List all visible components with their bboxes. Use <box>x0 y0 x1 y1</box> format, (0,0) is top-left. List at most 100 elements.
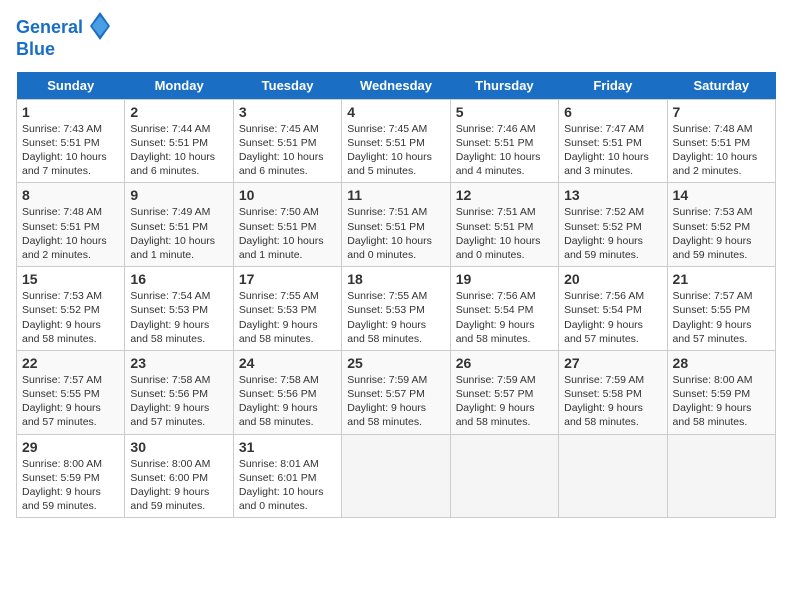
day-header-monday: Monday <box>125 72 233 100</box>
calendar-cell <box>450 434 558 518</box>
calendar-cell: 26 Sunrise: 7:59 AMSunset: 5:57 PMDayligh… <box>450 350 558 434</box>
calendar-cell: 30 Sunrise: 8:00 AMSunset: 6:00 PMDayligh… <box>125 434 233 518</box>
calendar-cell: 8 Sunrise: 7:48 AMSunset: 5:51 PMDaylight… <box>17 183 125 267</box>
cell-details: Sunrise: 8:00 AMSunset: 5:59 PMDaylight:… <box>673 373 770 430</box>
day-number: 22 <box>22 355 119 371</box>
day-number: 14 <box>673 187 770 203</box>
day-number: 21 <box>673 271 770 287</box>
cell-details: Sunrise: 7:44 AMSunset: 5:51 PMDaylight:… <box>130 122 227 179</box>
day-header-tuesday: Tuesday <box>233 72 341 100</box>
calendar-cell: 28 Sunrise: 8:00 AMSunset: 5:59 PMDayligh… <box>667 350 775 434</box>
cell-details: Sunrise: 7:51 AMSunset: 5:51 PMDaylight:… <box>347 205 444 262</box>
calendar-cell: 11 Sunrise: 7:51 AMSunset: 5:51 PMDayligh… <box>342 183 450 267</box>
calendar-cell: 22 Sunrise: 7:57 AMSunset: 5:55 PMDayligh… <box>17 350 125 434</box>
day-number: 31 <box>239 439 336 455</box>
cell-details: Sunrise: 8:00 AMSunset: 5:59 PMDaylight:… <box>22 457 119 514</box>
week-row-5: 29Sunrise: 8:00 AMSunset: 5:59 PMDayligh… <box>17 434 776 518</box>
day-number: 28 <box>673 355 770 371</box>
calendar-cell: 25 Sunrise: 7:59 AMSunset: 5:57 PMDayligh… <box>342 350 450 434</box>
calendar-cell: 31 Sunrise: 8:01 AMSunset: 6:01 PMDayligh… <box>233 434 341 518</box>
cell-details: Sunrise: 7:59 AMSunset: 5:58 PMDaylight:… <box>564 373 661 430</box>
day-header-thursday: Thursday <box>450 72 558 100</box>
day-number: 8 <box>22 187 119 203</box>
week-row-2: 8 Sunrise: 7:48 AMSunset: 5:51 PMDaylight… <box>17 183 776 267</box>
cell-details: Sunrise: 8:00 AMSunset: 6:00 PMDaylight:… <box>130 457 227 514</box>
cell-details: Sunrise: 7:43 AMSunset: 5:51 PMDaylight:… <box>22 122 119 179</box>
day-number: 1 <box>22 104 119 120</box>
cell-details: Sunrise: 7:45 AMSunset: 5:51 PMDaylight:… <box>239 122 336 179</box>
cell-details: Sunrise: 7:58 AMSunset: 5:56 PMDaylight:… <box>239 373 336 430</box>
week-row-1: 1 Sunrise: 7:43 AMSunset: 5:51 PMDaylight… <box>17 99 776 183</box>
day-number: 20 <box>564 271 661 287</box>
calendar-cell <box>342 434 450 518</box>
cell-details: Sunrise: 7:55 AMSunset: 5:53 PMDaylight:… <box>239 289 336 346</box>
cell-details: Sunrise: 7:47 AMSunset: 5:51 PMDaylight:… <box>564 122 661 179</box>
day-number: 19 <box>456 271 553 287</box>
cell-details: Sunrise: 7:51 AMSunset: 5:51 PMDaylight:… <box>456 205 553 262</box>
cell-details: Sunrise: 7:45 AMSunset: 5:51 PMDaylight:… <box>347 122 444 179</box>
cell-details: Sunrise: 7:56 AMSunset: 5:54 PMDaylight:… <box>456 289 553 346</box>
day-number: 24 <box>239 355 336 371</box>
cell-details: Sunrise: 7:50 AMSunset: 5:51 PMDaylight:… <box>239 205 336 262</box>
calendar-cell: 16Sunrise: 7:54 AMSunset: 5:53 PMDayligh… <box>125 267 233 351</box>
cell-details: Sunrise: 7:49 AMSunset: 5:51 PMDaylight:… <box>130 205 227 262</box>
day-number: 13 <box>564 187 661 203</box>
calendar-cell: 13 Sunrise: 7:52 AMSunset: 5:52 PMDayligh… <box>559 183 667 267</box>
calendar-cell: 4 Sunrise: 7:45 AMSunset: 5:51 PMDaylight… <box>342 99 450 183</box>
day-number: 6 <box>564 104 661 120</box>
cell-details: Sunrise: 7:46 AMSunset: 5:51 PMDaylight:… <box>456 122 553 179</box>
cell-details: Sunrise: 7:48 AMSunset: 5:51 PMDaylight:… <box>673 122 770 179</box>
calendar-cell: 10 Sunrise: 7:50 AMSunset: 5:51 PMDayligh… <box>233 183 341 267</box>
calendar-cell: 1 Sunrise: 7:43 AMSunset: 5:51 PMDaylight… <box>17 99 125 183</box>
day-header-wednesday: Wednesday <box>342 72 450 100</box>
calendar-cell: 17 Sunrise: 7:55 AMSunset: 5:53 PMDayligh… <box>233 267 341 351</box>
week-row-4: 22 Sunrise: 7:57 AMSunset: 5:55 PMDayligh… <box>17 350 776 434</box>
calendar-cell: 14 Sunrise: 7:53 AMSunset: 5:52 PMDayligh… <box>667 183 775 267</box>
calendar-cell <box>667 434 775 518</box>
cell-details: Sunrise: 7:55 AMSunset: 5:53 PMDaylight:… <box>347 289 444 346</box>
day-number: 12 <box>456 187 553 203</box>
calendar-table: SundayMondayTuesdayWednesdayThursdayFrid… <box>16 72 776 518</box>
day-number: 25 <box>347 355 444 371</box>
day-number: 2 <box>130 104 227 120</box>
calendar-cell: 20Sunrise: 7:56 AMSunset: 5:54 PMDayligh… <box>559 267 667 351</box>
cell-details: Sunrise: 7:53 AMSunset: 5:52 PMDaylight:… <box>673 205 770 262</box>
day-number: 16 <box>130 271 227 287</box>
day-number: 10 <box>239 187 336 203</box>
day-number: 11 <box>347 187 444 203</box>
calendar-cell: 23Sunrise: 7:58 AMSunset: 5:56 PMDayligh… <box>125 350 233 434</box>
page-header: General Blue <box>16 16 776 60</box>
day-number: 26 <box>456 355 553 371</box>
calendar-cell: 7 Sunrise: 7:48 AMSunset: 5:51 PMDaylight… <box>667 99 775 183</box>
day-number: 7 <box>673 104 770 120</box>
cell-details: Sunrise: 8:01 AMSunset: 6:01 PMDaylight:… <box>239 457 336 514</box>
cell-details: Sunrise: 7:53 AMSunset: 5:52 PMDaylight:… <box>22 289 119 346</box>
logo: General Blue <box>16 16 110 60</box>
cell-details: Sunrise: 7:48 AMSunset: 5:51 PMDaylight:… <box>22 205 119 262</box>
day-number: 4 <box>347 104 444 120</box>
calendar-cell <box>559 434 667 518</box>
day-number: 3 <box>239 104 336 120</box>
calendar-cell: 12 Sunrise: 7:51 AMSunset: 5:51 PMDayligh… <box>450 183 558 267</box>
day-number: 27 <box>564 355 661 371</box>
calendar-cell: 27 Sunrise: 7:59 AMSunset: 5:58 PMDayligh… <box>559 350 667 434</box>
day-header-sunday: Sunday <box>17 72 125 100</box>
calendar-cell: 9 Sunrise: 7:49 AMSunset: 5:51 PMDaylight… <box>125 183 233 267</box>
calendar-cell: 19 Sunrise: 7:56 AMSunset: 5:54 PMDayligh… <box>450 267 558 351</box>
calendar-cell: 18Sunrise: 7:55 AMSunset: 5:53 PMDayligh… <box>342 267 450 351</box>
day-number: 9 <box>130 187 227 203</box>
cell-details: Sunrise: 7:57 AMSunset: 5:55 PMDaylight:… <box>22 373 119 430</box>
day-number: 15 <box>22 271 119 287</box>
cell-details: Sunrise: 7:52 AMSunset: 5:52 PMDaylight:… <box>564 205 661 262</box>
cell-details: Sunrise: 7:58 AMSunset: 5:56 PMDaylight:… <box>130 373 227 430</box>
cell-details: Sunrise: 7:59 AMSunset: 5:57 PMDaylight:… <box>456 373 553 430</box>
day-header-saturday: Saturday <box>667 72 775 100</box>
day-number: 30 <box>130 439 227 455</box>
calendar-cell: 29Sunrise: 8:00 AMSunset: 5:59 PMDayligh… <box>17 434 125 518</box>
logo-blue: Blue <box>16 40 110 60</box>
day-number: 5 <box>456 104 553 120</box>
logo-text: General <box>16 16 110 40</box>
day-number: 17 <box>239 271 336 287</box>
cell-details: Sunrise: 7:59 AMSunset: 5:57 PMDaylight:… <box>347 373 444 430</box>
week-row-3: 15 Sunrise: 7:53 AMSunset: 5:52 PMDayligh… <box>17 267 776 351</box>
